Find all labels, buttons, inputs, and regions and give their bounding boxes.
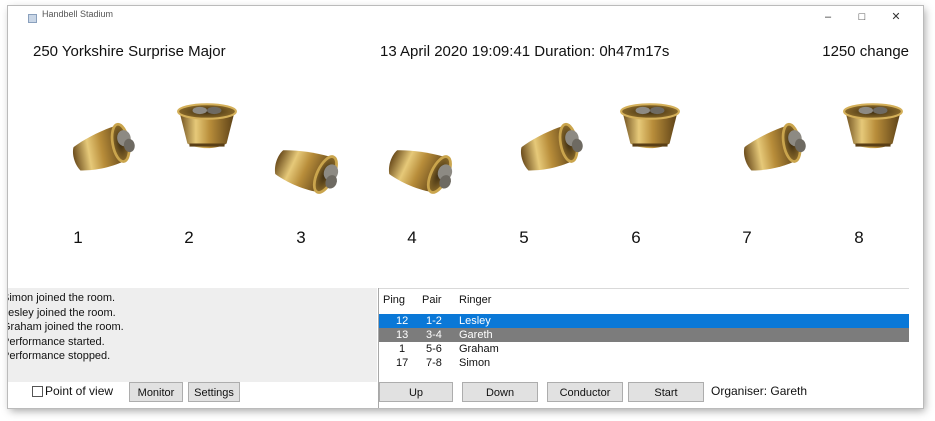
- minimize-button[interactable]: –: [813, 8, 843, 26]
- conductor-button[interactable]: Conductor: [547, 382, 623, 402]
- event-log[interactable]: Simon joined the room. Lesley joined the…: [8, 288, 377, 382]
- log-line: Performance stopped.: [8, 350, 111, 362]
- column-header-ping[interactable]: Ping: [383, 294, 405, 306]
- up-button[interactable]: Up: [379, 382, 453, 402]
- point-of-view-label[interactable]: Point of view: [45, 384, 113, 398]
- ping-cell: 1: [399, 343, 406, 355]
- app-icon: [28, 14, 37, 23]
- down-button[interactable]: Down: [462, 382, 538, 402]
- column-header-ringer[interactable]: Ringer: [459, 294, 491, 306]
- bell-number-5: 5: [519, 228, 529, 247]
- ringer-row-highlighted[interactable]: 13 3-4 Gareth: [379, 328, 909, 342]
- method-title: 250 Yorkshire Surprise Major: [33, 43, 226, 60]
- log-line: Simon joined the room.: [8, 292, 116, 304]
- log-line: Performance started.: [8, 335, 105, 348]
- handbell-8-icon[interactable]: [841, 102, 905, 154]
- ringer-list[interactable]: Ping Pair Ringer 12 1-2 Lesley 13 3-4 Ga…: [379, 288, 909, 383]
- settings-button[interactable]: Settings: [188, 382, 240, 402]
- ping-cell: 12: [396, 315, 409, 327]
- log-line: Graham joined the room.: [8, 321, 124, 333]
- handbell-6-icon[interactable]: [618, 102, 682, 154]
- app-window: Handbell Stadium – □ ✕ 250 Yorkshire Sur…: [8, 6, 923, 408]
- handbell-2-icon[interactable]: [175, 102, 239, 154]
- monitor-button[interactable]: Monitor: [129, 382, 183, 402]
- pair-cell: 7-8: [426, 357, 442, 369]
- ringer-cell: Lesley: [459, 315, 491, 327]
- handbell-1-icon[interactable]: [66, 119, 136, 171]
- handbell-3-icon[interactable]: [270, 139, 342, 195]
- ringer-cell: Graham: [459, 343, 499, 355]
- maximize-button[interactable]: □: [847, 8, 877, 26]
- ping-cell: 13: [396, 329, 409, 341]
- bell-number-1: 1: [73, 228, 83, 247]
- pair-cell: 3-4: [426, 329, 442, 341]
- ringer-cell: Simon: [459, 357, 491, 369]
- bell-number-8: 8: [854, 228, 864, 247]
- bell-number-3: 3: [296, 228, 306, 247]
- organiser-label: Organiser: Gareth: [711, 384, 808, 398]
- performance-datetime: 13 April 2020 19:09:41 Duration: 0h47m17…: [380, 43, 670, 60]
- close-button[interactable]: ✕: [881, 8, 911, 26]
- handbell-5-icon[interactable]: [514, 119, 584, 171]
- ringer-row[interactable]: 17 7-8 Simon: [379, 356, 909, 370]
- change-count: 1250 change: [822, 43, 909, 60]
- start-button[interactable]: Start: [628, 382, 704, 402]
- pair-cell: 5-6: [426, 343, 442, 355]
- window-title: Handbell Stadium: [42, 9, 114, 19]
- bell-number-7: 7: [742, 228, 752, 247]
- title-bar: Handbell Stadium – □ ✕: [8, 6, 923, 30]
- pair-cell: 1-2: [426, 315, 442, 327]
- ringer-cell: Gareth: [459, 329, 493, 341]
- bell-number-4: 4: [407, 228, 417, 247]
- ping-cell: 17: [396, 357, 409, 369]
- ringer-row[interactable]: 1 5-6 Graham: [379, 342, 909, 356]
- ringer-row-selected[interactable]: 12 1-2 Lesley: [379, 314, 909, 328]
- bell-number-2: 2: [184, 228, 194, 247]
- column-header-pair[interactable]: Pair: [422, 294, 442, 306]
- point-of-view-checkbox[interactable]: [32, 386, 43, 397]
- handbell-4-icon[interactable]: [384, 139, 456, 195]
- log-line: Lesley joined the room.: [8, 306, 116, 319]
- control-bar: Point of view Monitor Settings Up Down C…: [8, 382, 923, 408]
- bell-number-6: 6: [631, 228, 641, 247]
- handbell-7-icon[interactable]: [737, 119, 807, 171]
